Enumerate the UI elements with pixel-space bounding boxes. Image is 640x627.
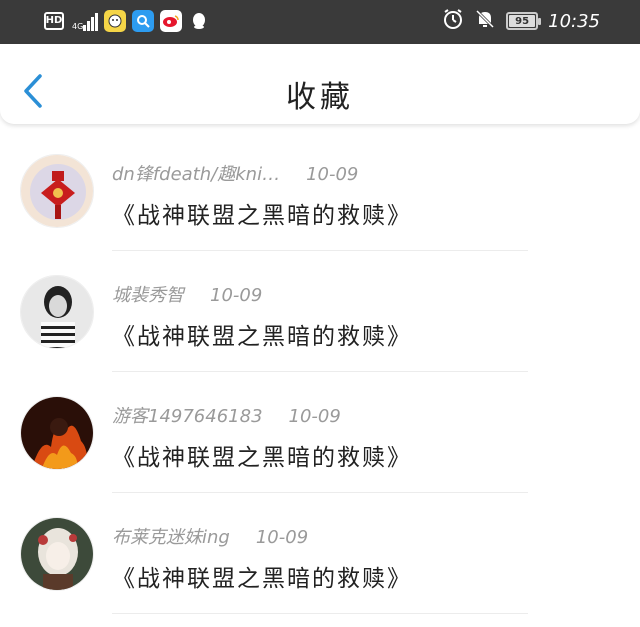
hd-icon: HD (44, 12, 64, 30)
list-item[interactable]: 游客1497646183 10-09 《战神联盟之黑暗的救赎》 (0, 372, 640, 493)
status-bar: HD 4G 95 10:35 (0, 0, 640, 44)
status-time: 10:35 (548, 10, 600, 32)
header: 收藏 (0, 44, 640, 124)
hd-label: HD (45, 15, 63, 26)
status-bar-left: HD 4G (44, 10, 210, 32)
item-title[interactable]: 《战神联盟之黑暗的救赎》 (112, 559, 412, 593)
mute-bell-icon (474, 8, 496, 34)
battery-level: 95 (515, 15, 530, 27)
item-meta: 布莱克迷妹ing 10-09 (112, 523, 308, 549)
item-meta: 城裴秀智 10-09 (112, 281, 262, 307)
divider (112, 613, 528, 614)
avatar[interactable] (20, 275, 94, 349)
network-label: 4G (72, 22, 84, 31)
favorites-list: dn锋fdeath/趣kni… 10-09 《战神联盟之黑暗的救赎》 城裴秀智 … (0, 130, 640, 614)
item-date: 10-09 (306, 164, 359, 185)
user-name[interactable]: dn锋fdeath/趣kni… (112, 160, 280, 186)
avatar[interactable] (20, 396, 94, 470)
item-date: 10-09 (255, 527, 309, 548)
list-item[interactable]: 城裴秀智 10-09 《战神联盟之黑暗的救赎》 (0, 251, 640, 372)
search-app-icon (132, 10, 154, 32)
page-title: 收藏 (286, 80, 354, 115)
qq-icon (188, 10, 210, 32)
user-name[interactable]: 游客1497646183 (112, 402, 263, 428)
signal-icon: 4G (72, 11, 98, 31)
app-icon-1 (104, 10, 126, 32)
list-item[interactable]: dn锋fdeath/趣kni… 10-09 《战神联盟之黑暗的救赎》 (0, 130, 640, 251)
item-date: 10-09 (288, 406, 341, 427)
item-meta: 游客1497646183 10-09 (112, 402, 341, 428)
avatar[interactable] (20, 517, 94, 591)
battery-icon: 95 (506, 12, 542, 30)
item-date: 10-09 (210, 285, 263, 306)
item-title[interactable]: 《战神联盟之黑暗的救赎》 (112, 196, 412, 230)
user-name[interactable]: 城裴秀智 (112, 281, 184, 307)
item-title[interactable]: 《战神联盟之黑暗的救赎》 (112, 438, 412, 472)
item-meta: dn锋fdeath/趣kni… 10-09 (112, 160, 358, 186)
status-bar-right: 95 10:35 (442, 8, 600, 34)
list-item[interactable]: 布莱克迷妹ing 10-09 《战神联盟之黑暗的救赎》 (0, 493, 640, 614)
weibo-icon (160, 10, 182, 32)
user-name[interactable]: 布莱克迷妹ing (112, 523, 230, 549)
alarm-icon (442, 8, 464, 34)
item-title[interactable]: 《战神联盟之黑暗的救赎》 (112, 317, 412, 351)
avatar[interactable] (20, 154, 94, 228)
